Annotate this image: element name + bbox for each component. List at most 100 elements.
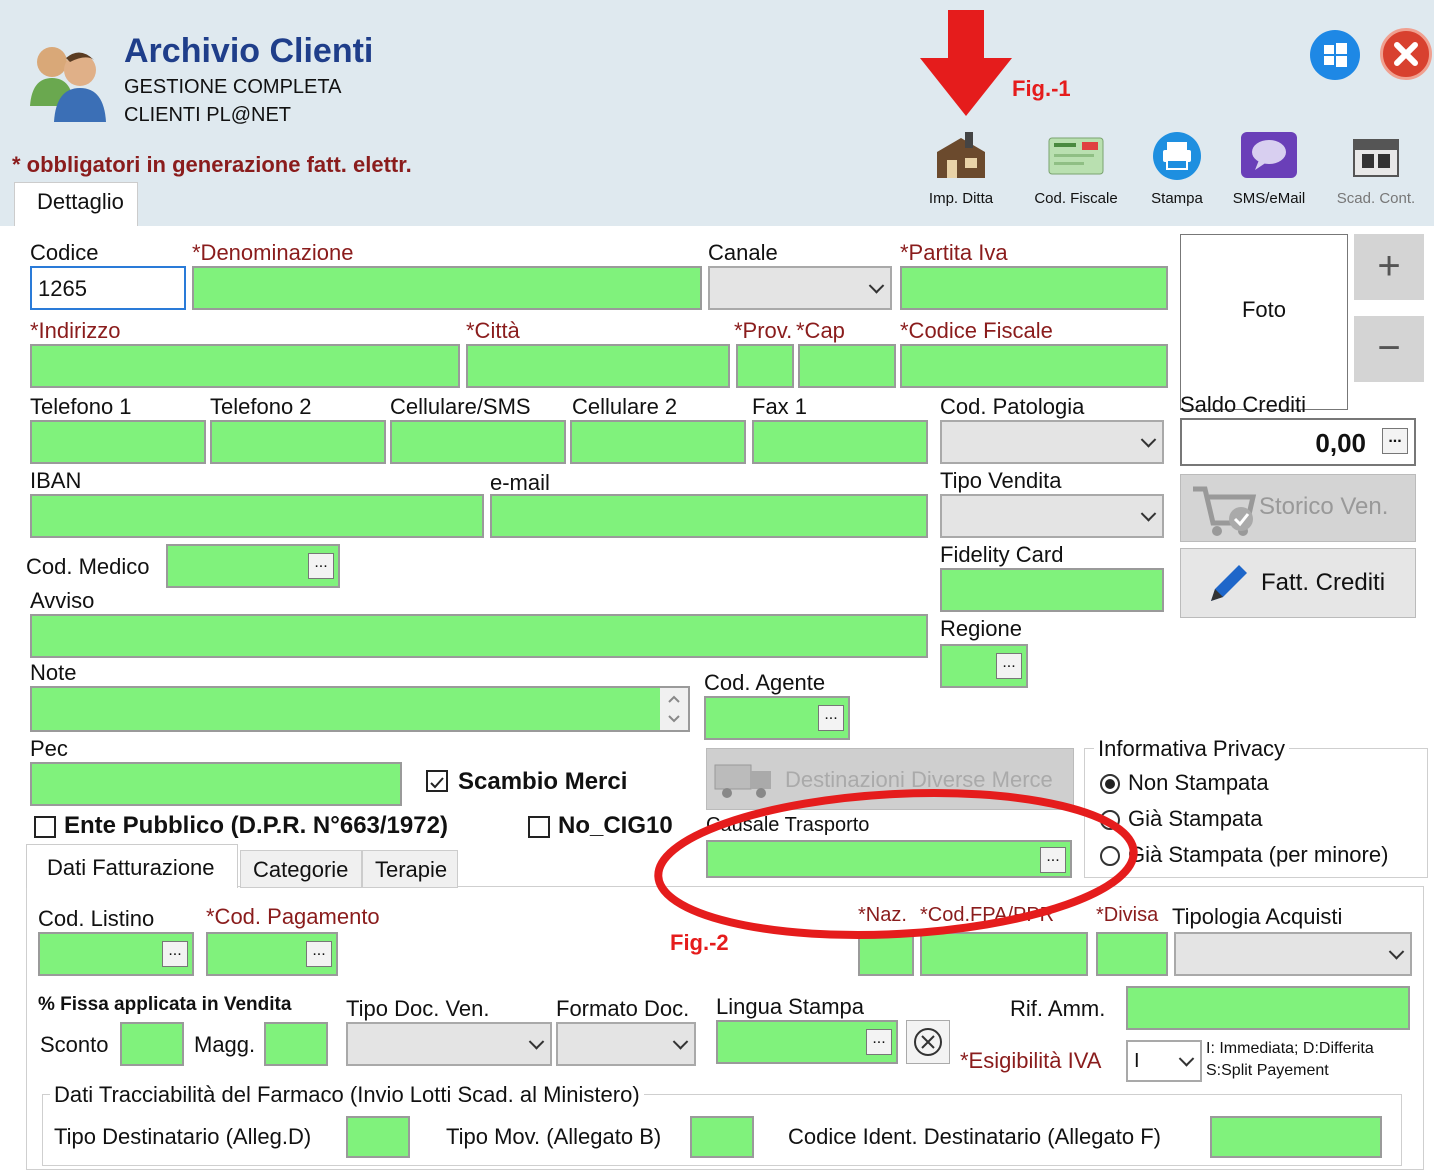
telefono1-input[interactable]: [30, 420, 206, 464]
prov-input[interactable]: [736, 344, 794, 388]
add-photo-button[interactable]: +: [1354, 234, 1424, 300]
remove-photo-button[interactable]: −: [1354, 316, 1424, 382]
note-textarea[interactable]: [30, 686, 690, 732]
telefono2-input[interactable]: [210, 420, 386, 464]
fidelity-card-input[interactable]: [940, 568, 1164, 612]
tipo-mov-label: Tipo Mov. (Allegato B): [446, 1124, 662, 1149]
esigibilita-iva-select[interactable]: I: [1126, 1040, 1202, 1082]
avviso-input[interactable]: [30, 614, 928, 658]
tipo-vendita-label: Tipo Vendita: [940, 468, 1062, 493]
regione-dots-button[interactable]: ...: [996, 653, 1022, 679]
foto-label: Foto: [1241, 297, 1287, 322]
indirizzo-label: *Indirizzo: [30, 318, 121, 343]
codice-input[interactable]: 1265: [30, 266, 186, 310]
cod-medico-dots-button[interactable]: ...: [308, 553, 334, 579]
tab-categorie[interactable]: Categorie: [240, 850, 362, 888]
pec-label: Pec: [30, 736, 68, 761]
codice-ident-input[interactable]: [1210, 1116, 1382, 1158]
codice-fiscale-input[interactable]: [900, 344, 1168, 388]
saldo-dots-button[interactable]: ...: [1382, 428, 1408, 454]
cod-agente-input[interactable]: ...: [704, 696, 850, 740]
scambio-merci-checkbox[interactable]: [426, 770, 448, 792]
prov-label: *Prov.: [734, 318, 793, 343]
indirizzo-input[interactable]: [30, 344, 460, 388]
tab-categorie-label: Categorie: [253, 857, 349, 882]
cellulare2-input[interactable]: [570, 420, 746, 464]
codice-value: 1265: [38, 276, 87, 301]
telefono1-label: Telefono 1: [30, 394, 132, 419]
pec-input[interactable]: [30, 762, 402, 806]
iban-label: IBAN: [30, 468, 82, 493]
stampa-button[interactable]: Stampa: [1144, 130, 1210, 207]
fig1-annotation: Fig.-1: [1012, 76, 1071, 101]
windows-icon[interactable]: [1310, 30, 1360, 80]
cod-listino-input[interactable]: ...: [38, 932, 194, 976]
esigibilita-hint-2: S:Split Payement: [1206, 1062, 1329, 1079]
sconto-label: Sconto: [40, 1032, 109, 1057]
cod-medico-input[interactable]: ...: [166, 544, 340, 588]
close-icon[interactable]: [1380, 28, 1432, 80]
tipo-vendita-select[interactable]: [940, 494, 1164, 538]
cap-label: *Cap: [796, 318, 845, 343]
sconto-input[interactable]: [120, 1022, 184, 1066]
imp-ditta-button[interactable]: Imp. Ditta: [920, 130, 1002, 207]
fax1-input[interactable]: [752, 420, 928, 464]
chevron-down-icon: [1388, 944, 1405, 960]
chevron-down-icon: [1178, 1051, 1195, 1067]
pencil-icon: [1211, 565, 1247, 601]
tracciabilita-legend: Dati Tracciabilità del Farmaco (Invio Lo…: [50, 1082, 644, 1108]
cod-medico-label: Cod. Medico: [26, 554, 150, 579]
chevron-down-icon: [528, 1034, 545, 1050]
calendar-icon: [1353, 139, 1399, 177]
lingua-stampa-dots-button[interactable]: ...: [866, 1029, 892, 1055]
magg-input[interactable]: [264, 1022, 328, 1066]
storico-ven-button[interactable]: Storico Ven.: [1180, 474, 1416, 542]
chevron-down-icon: [868, 278, 885, 294]
cellulare-sms-input[interactable]: [390, 420, 566, 464]
no-cig-checkbox[interactable]: [528, 816, 550, 838]
partita-iva-input[interactable]: [900, 266, 1168, 310]
cod-fiscale-button[interactable]: Cod. Fiscale: [1024, 130, 1128, 207]
denominazione-input[interactable]: [192, 266, 702, 310]
regione-label: Regione: [940, 616, 1022, 641]
saldo-crediti-label: Saldo Crediti: [1180, 392, 1306, 417]
cod-pagamento-input[interactable]: ...: [206, 932, 338, 976]
email-input[interactable]: [490, 494, 928, 538]
chevron-down-icon: [672, 1034, 689, 1050]
saldo-crediti-value: 0,00: [1315, 428, 1366, 458]
note-scrollbar[interactable]: [660, 688, 688, 730]
tab-dati-fatturazione[interactable]: Dati Fatturazione: [26, 844, 238, 888]
cod-patologia-label: Cod. Patologia: [940, 394, 1085, 419]
canale-select[interactable]: [708, 266, 892, 310]
regione-input[interactable]: ...: [940, 644, 1028, 688]
privacy-option-2: Già Stampata (per minore): [1128, 842, 1389, 867]
tax-card-icon: [1048, 137, 1104, 175]
fidelity-card-label: Fidelity Card: [940, 542, 1064, 567]
cap-input[interactable]: [798, 344, 896, 388]
formato-doc-select[interactable]: [556, 1022, 696, 1066]
tab-terapie[interactable]: Terapie: [362, 850, 458, 888]
tab-dettaglio[interactable]: Dettaglio: [14, 182, 138, 226]
tipo-destinatario-input[interactable]: [346, 1116, 410, 1158]
avviso-label: Avviso: [30, 588, 95, 613]
clear-lingua-button[interactable]: [906, 1020, 950, 1064]
foto-box[interactable]: Foto: [1180, 234, 1348, 410]
tipo-doc-ven-select[interactable]: [346, 1022, 552, 1066]
sms-email-button[interactable]: SMS/eMail: [1226, 130, 1312, 207]
iban-input[interactable]: [30, 494, 484, 538]
tipo-mov-input[interactable]: [690, 1116, 754, 1158]
citta-input[interactable]: [466, 344, 730, 388]
rif-amm-input[interactable]: [1126, 986, 1410, 1030]
lingua-stampa-input[interactable]: ...: [716, 1020, 898, 1064]
ente-pubblico-checkbox[interactable]: [34, 816, 56, 838]
fax1-label: Fax 1: [752, 394, 808, 419]
cod-listino-dots-button[interactable]: ...: [162, 941, 188, 967]
cod-pagamento-dots-button[interactable]: ...: [306, 941, 332, 967]
fatt-crediti-button[interactable]: Fatt. Crediti: [1180, 548, 1416, 618]
cod-agente-dots-button[interactable]: ...: [818, 705, 844, 731]
ente-pubblico-label: Ente Pubblico (D.P.R. N°663/1972): [64, 812, 448, 839]
scad-cont-label: Scad. Cont.: [1336, 190, 1416, 207]
scad-cont-button[interactable]: Scad. Cont.: [1326, 130, 1426, 207]
cod-patologia-select[interactable]: [940, 420, 1164, 464]
tipologia-acquisti-select[interactable]: [1174, 932, 1412, 976]
